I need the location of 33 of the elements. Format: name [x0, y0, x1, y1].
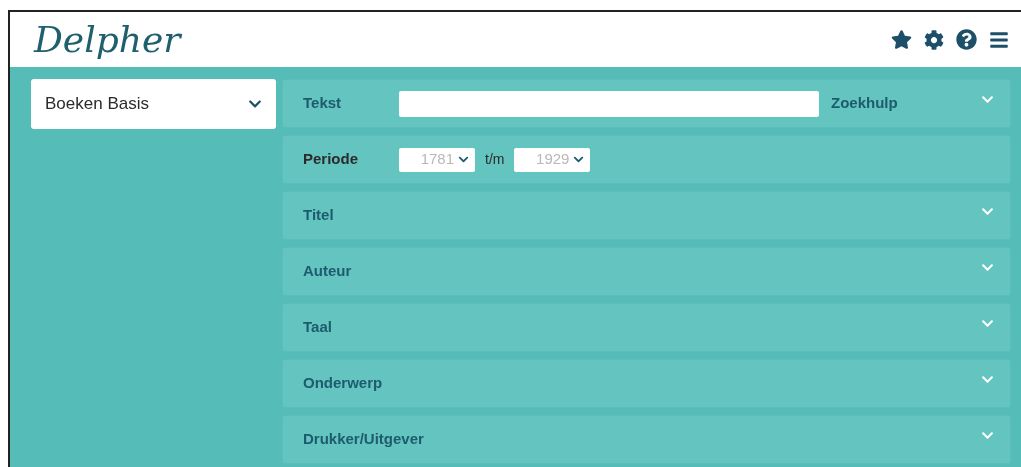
row-label: Drukker/Uitgever [303, 429, 424, 450]
search-help-link[interactable]: Zoekhulp [831, 92, 898, 115]
year-to-select[interactable]: 1929 [514, 147, 591, 172]
menu-icon[interactable] [989, 29, 1009, 50]
search-row[interactable]: Onderwerp [282, 359, 1011, 408]
search-row[interactable]: Taal [282, 303, 1011, 352]
chevron-icon [981, 93, 994, 106]
star-icon[interactable] [891, 29, 912, 50]
row-label: Tekst [303, 93, 343, 114]
row-label: Periode [303, 149, 360, 170]
range-separator: t/m [485, 150, 505, 169]
search-row[interactable]: Auteur [282, 247, 1011, 296]
row-label: Auteur [303, 261, 353, 282]
chevron-icon [981, 429, 994, 442]
chevron-icon [458, 154, 469, 165]
site-logo[interactable]: Delpher [34, 21, 181, 58]
text-input-field[interactable] [399, 90, 819, 117]
search-row[interactable]: Drukker/Uitgever [282, 415, 1011, 464]
year-from-select[interactable]: 1781 [399, 147, 475, 172]
collection-select[interactable]: Boeken Basis [31, 79, 276, 129]
row-label: Taal [303, 317, 333, 338]
help-icon[interactable] [956, 29, 977, 50]
chevron-icon [981, 205, 994, 218]
chevron-icon [981, 373, 994, 386]
chevron-icon [981, 317, 994, 330]
search-row[interactable]: Periode 1781 t/m 1929 [282, 135, 1011, 184]
search-row[interactable]: Tekst Zoekhulp [282, 79, 1011, 128]
chevron-icon [573, 154, 585, 165]
chevron-icon [981, 261, 994, 274]
search-row[interactable]: Titel [282, 191, 1011, 240]
row-label: Titel [303, 205, 335, 226]
row-label: Onderwerp [303, 373, 384, 394]
settings-icon[interactable] [924, 29, 944, 50]
